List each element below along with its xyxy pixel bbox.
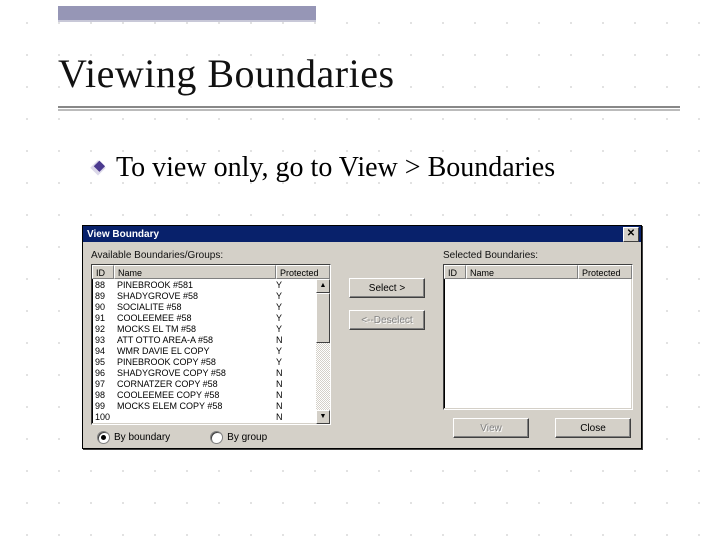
- available-list-header: ID Name Protected: [92, 265, 330, 279]
- radio-by-group[interactable]: By group: [210, 431, 267, 444]
- list-item[interactable]: 93ATT OTTO AREA-A #58N: [92, 335, 330, 346]
- bullet-item: To view only, go to View > Boundaries: [90, 152, 555, 184]
- dialog-close-button[interactable]: ✕: [623, 227, 639, 242]
- scroll-up-icon[interactable]: ▲: [316, 279, 330, 293]
- title-underline: [58, 106, 680, 108]
- list-item[interactable]: 88PINEBROOK #581Y: [92, 280, 330, 291]
- list-item[interactable]: 97CORNATZER COPY #58N: [92, 379, 330, 390]
- selected-label: Selected Boundaries:: [443, 250, 633, 261]
- list-item[interactable]: 100N: [92, 412, 330, 423]
- col-id[interactable]: ID: [92, 265, 114, 279]
- select-button[interactable]: Select >: [349, 278, 425, 298]
- col-id[interactable]: ID: [444, 265, 466, 279]
- col-name[interactable]: Name: [114, 265, 276, 279]
- list-item[interactable]: 99MOCKS ELEM COPY #58N: [92, 401, 330, 412]
- bullet-text: To view only, go to View > Boundaries: [116, 152, 555, 184]
- close-icon: ✕: [627, 229, 635, 239]
- close-button[interactable]: Close: [555, 418, 631, 438]
- available-listbox[interactable]: ID Name Protected 88PINEBROOK #581Y89SHA…: [91, 264, 331, 425]
- selected-listbox[interactable]: ID Name Protected: [443, 264, 633, 410]
- list-item[interactable]: 92MOCKS EL TM #58Y: [92, 324, 330, 335]
- deselect-button[interactable]: <--Deselect: [349, 310, 425, 330]
- view-boundary-dialog: View Boundary ✕ Available Boundaries/Gro…: [82, 225, 642, 449]
- dialog-title: View Boundary: [87, 229, 159, 240]
- col-name[interactable]: Name: [466, 265, 578, 279]
- col-protected[interactable]: Protected: [276, 265, 330, 279]
- selected-list-header: ID Name Protected: [444, 265, 632, 279]
- radio-icon: [97, 431, 110, 444]
- radio-by-boundary[interactable]: By boundary: [97, 431, 170, 444]
- list-item[interactable]: 98COOLEEMEE COPY #58N: [92, 390, 330, 401]
- radio-icon: [210, 431, 223, 444]
- col-protected[interactable]: Protected: [578, 265, 632, 279]
- list-item[interactable]: 91COOLEEMEE #58Y: [92, 313, 330, 324]
- scroll-thumb[interactable]: [316, 293, 330, 343]
- view-button[interactable]: View: [453, 418, 529, 438]
- vertical-scrollbar[interactable]: ▲ ▼: [316, 279, 330, 424]
- diamond-bullet-icon: [90, 160, 106, 176]
- available-label: Available Boundaries/Groups:: [91, 250, 331, 261]
- list-item[interactable]: 89SHADYGROVE #58Y: [92, 291, 330, 302]
- list-item[interactable]: 95PINEBROOK COPY #58Y: [92, 357, 330, 368]
- slide-accent-bar: [58, 6, 316, 22]
- list-item[interactable]: 90SOCIALITE #58Y: [92, 302, 330, 313]
- scroll-down-icon[interactable]: ▼: [316, 410, 330, 424]
- slide-title: Viewing Boundaries: [58, 50, 395, 97]
- dialog-titlebar: View Boundary ✕: [83, 226, 641, 242]
- list-item[interactable]: 96SHADYGROVE COPY #58N: [92, 368, 330, 379]
- list-item[interactable]: 94WMR DAVIE EL COPYY: [92, 346, 330, 357]
